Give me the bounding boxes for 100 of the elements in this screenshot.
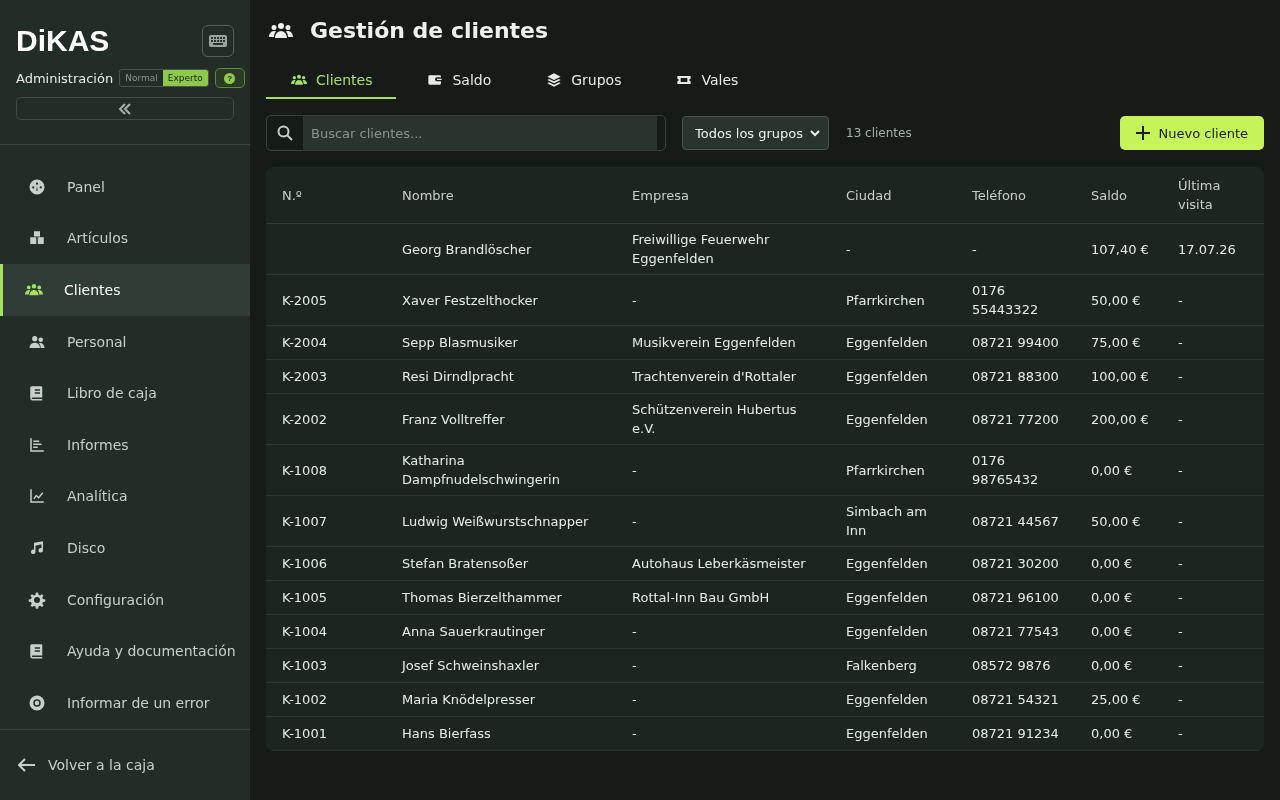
table-cell: Simbach am Inn bbox=[846, 504, 927, 538]
column-header: Empresa bbox=[632, 187, 689, 203]
table-cell: - bbox=[1178, 411, 1183, 427]
table-cell: - bbox=[846, 241, 851, 257]
plus-icon bbox=[1135, 126, 1150, 140]
table-cell: 0,00 € bbox=[1091, 624, 1133, 639]
table-cell: - bbox=[632, 513, 637, 529]
nav-item[interactable]: Analítica bbox=[0, 470, 250, 523]
help-button[interactable]: ? bbox=[214, 68, 245, 88]
users-icon bbox=[290, 72, 308, 88]
table-cell: K-1002 bbox=[282, 692, 327, 707]
wallet-icon bbox=[426, 72, 445, 88]
role-label: Administración bbox=[16, 70, 114, 86]
table-cell: 0,00 € bbox=[1091, 462, 1133, 478]
tab[interactable]: Grupos bbox=[521, 63, 646, 99]
nav-item[interactable]: Informes bbox=[0, 418, 250, 471]
table-cell: K-1006 bbox=[282, 556, 327, 571]
music-icon bbox=[28, 538, 46, 557]
table-cell: Eggenfelden bbox=[846, 556, 928, 571]
table-cell: K-1007 bbox=[282, 513, 327, 529]
client-count: 13 clientes bbox=[846, 126, 912, 140]
table-cell: Eggenfelden bbox=[846, 692, 928, 707]
table-cell: - bbox=[632, 292, 637, 308]
table-cell: 0176 98765432 bbox=[972, 453, 1039, 487]
table-cell: - bbox=[1178, 556, 1183, 571]
table-cell: - bbox=[1178, 590, 1183, 605]
table-cell: Rottal-Inn Bau GmbH bbox=[632, 590, 770, 605]
new-client-button[interactable]: Nuevo cliente bbox=[1119, 116, 1264, 150]
nav-item[interactable]: Clientes bbox=[0, 264, 250, 316]
table-cell: Maria Knödelpresser bbox=[402, 692, 535, 707]
nav-item[interactable]: Panel bbox=[0, 161, 250, 213]
tab[interactable]: Vales bbox=[651, 63, 763, 99]
table-cell: - bbox=[1178, 292, 1183, 308]
table-cell: Franz Volltreffer bbox=[402, 411, 505, 427]
nav-item[interactable]: Artículos bbox=[0, 212, 250, 265]
table-cell: K-2005 bbox=[282, 292, 327, 308]
column-header: N.º bbox=[282, 187, 302, 203]
table-cell: Georg Brandlöscher bbox=[402, 241, 532, 257]
nav-item[interactable]: Libro de caja bbox=[0, 367, 250, 419]
table-cell: - bbox=[972, 241, 977, 257]
table-cell: K-2002 bbox=[282, 411, 327, 427]
column-header: Teléfono bbox=[972, 187, 1027, 203]
table-cell: - bbox=[632, 462, 637, 478]
table-cell: - bbox=[1178, 692, 1183, 707]
tab[interactable]: Clientes bbox=[266, 63, 397, 99]
table-cell: Eggenfelden bbox=[846, 411, 928, 427]
table-cell: Sepp Blasmusiker bbox=[402, 335, 518, 350]
table-cell: 0,00 € bbox=[1091, 658, 1133, 673]
table-cell: Eggenfelden bbox=[846, 624, 928, 639]
table-cell: - bbox=[1178, 726, 1183, 741]
mode-toggle[interactable]: Experto bbox=[162, 70, 208, 86]
chevron-down-icon bbox=[810, 129, 820, 137]
table-cell: Eggenfelden bbox=[846, 590, 928, 605]
table-cell: Katharina Dampfnudelschwingerin bbox=[402, 453, 560, 487]
table-cell: Falkenberg bbox=[846, 658, 917, 673]
table-cell: 50,00 € bbox=[1091, 513, 1141, 529]
column-header: Nombre bbox=[402, 187, 454, 203]
table-cell: - bbox=[1178, 369, 1183, 384]
table-cell: Musikverein Eggenfelden bbox=[632, 335, 796, 350]
nav-item[interactable]: Disco bbox=[0, 522, 250, 574]
nav-item[interactable]: Ayuda y documentación bbox=[0, 625, 250, 677]
table-cell: Eggenfelden bbox=[846, 335, 928, 350]
nav-item[interactable]: Informar de un error bbox=[0, 676, 250, 729]
table-cell: Pfarrkirchen bbox=[846, 462, 925, 478]
table-cell: K-1004 bbox=[282, 624, 327, 639]
search-field[interactable]: Buscar clientes... bbox=[266, 115, 666, 151]
table-cell: K-1008 bbox=[282, 462, 327, 478]
table-cell: - bbox=[632, 692, 637, 707]
table-cell: Ludwig Weißwurstschnapper bbox=[402, 513, 589, 529]
table-cell: - bbox=[1178, 624, 1183, 639]
table-cell: 0,00 € bbox=[1091, 726, 1133, 741]
table-cell: - bbox=[1178, 335, 1183, 350]
table-cell: 0,00 € bbox=[1091, 556, 1133, 571]
table-cell: Pfarrkirchen bbox=[846, 292, 925, 308]
logo: DiKAS bbox=[16, 24, 110, 58]
nav-item[interactable]: Configuración bbox=[0, 573, 250, 626]
keyboard-icon bbox=[209, 34, 227, 48]
table-cell: 08721 96100 bbox=[972, 590, 1059, 605]
group-dropdown[interactable]: Todos los grupos bbox=[682, 116, 829, 150]
mode-toggle[interactable]: Normal bbox=[120, 70, 163, 86]
table-cell: 200,00 € bbox=[1091, 411, 1149, 427]
table-cell: K-1001 bbox=[282, 726, 327, 741]
table-cell: Trachtenverein d'Rottaler bbox=[632, 369, 797, 384]
table-cell: 08721 30200 bbox=[972, 556, 1059, 571]
tab[interactable]: Saldo bbox=[402, 63, 516, 99]
table-cell: - bbox=[1178, 462, 1183, 478]
gear-icon bbox=[28, 590, 46, 609]
chart-icon bbox=[28, 487, 46, 506]
back-link[interactable]: Volver a la caja bbox=[0, 728, 250, 800]
table-cell: 08721 99400 bbox=[972, 335, 1059, 350]
table-cell: 08572 9876 bbox=[972, 658, 1051, 673]
table-cell: Stefan Bratensoßer bbox=[402, 556, 529, 571]
nav-item[interactable]: Personal bbox=[0, 315, 250, 368]
table-cell: Resi Dirndlpracht bbox=[402, 369, 514, 384]
table-cell: 100,00 € bbox=[1091, 369, 1149, 384]
keyboard-button[interactable] bbox=[202, 25, 234, 57]
table-cell: - bbox=[1178, 513, 1183, 529]
table-cell: 50,00 € bbox=[1091, 292, 1141, 308]
table-cell: 17.07.26 bbox=[1178, 241, 1236, 257]
table-cell: 0176 55443322 bbox=[972, 283, 1039, 317]
